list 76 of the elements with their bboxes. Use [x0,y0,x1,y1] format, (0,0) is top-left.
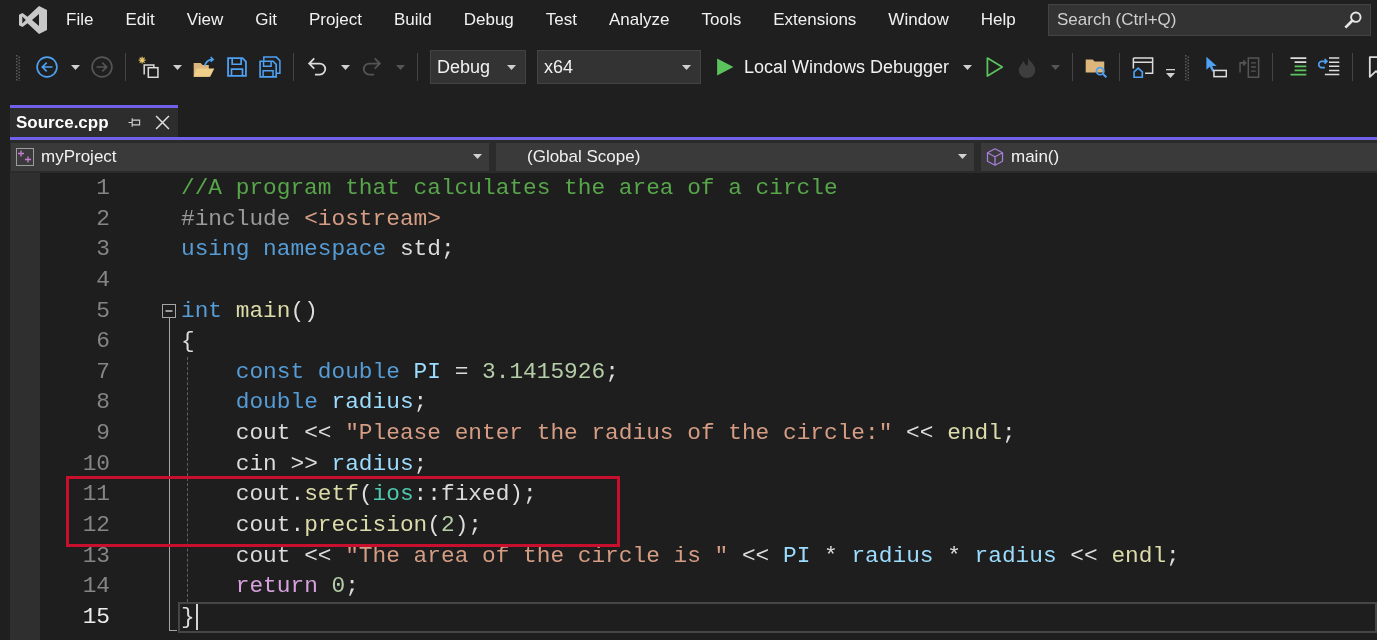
collapse-icon[interactable] [162,303,176,318]
toolbar-overflow-icon[interactable] [1166,68,1176,78]
menu-item[interactable]: View [186,7,224,33]
project-icon[interactable] [16,147,34,166]
menu-item[interactable]: Help [980,7,1016,33]
line-number: 3 [96,235,110,265]
menu-item[interactable]: Tools [701,7,742,33]
new-item-icon[interactable] [138,56,160,78]
line-number: 5 [96,296,110,326]
line-number: 6 [96,327,110,357]
menu-item[interactable]: Extensions [773,7,857,33]
open-folder-icon[interactable] [193,56,215,78]
line-number: 8 [96,388,110,418]
code-line: int main() [181,296,318,326]
menu-item[interactable]: Test [545,7,577,33]
line-number: 7 [96,357,110,387]
code-line: cout.setf(ios::fixed); [235,480,537,510]
menu-item[interactable]: Window [888,7,949,33]
line-number: 10 [82,449,110,479]
pin-icon[interactable] [128,116,141,129]
caret-icon[interactable] [71,64,80,70]
toolbar-dropdown[interactable]: Debug [430,50,526,84]
play-icon[interactable] [716,57,734,77]
line-number: 4 [96,265,110,295]
start-debugging-button[interactable]: Local Windows Debugger [712,53,954,81]
folder-search-icon[interactable] [1085,56,1108,78]
menu-item[interactable]: Debug [463,7,514,33]
menu-item[interactable]: Analyze [609,7,670,33]
caret-icon[interactable] [963,64,973,70]
editor-tab[interactable]: Source.cpp [10,105,178,137]
code-line: using namespace std; [181,235,455,265]
line-number: 11 [82,480,110,510]
code-line: //A program that calculates the area of a circle [181,174,838,203]
scope-dropdown[interactable]: (Global Scope) [496,142,974,171]
caret-icon[interactable] [173,64,182,70]
line-number: 9 [96,419,110,448]
menu-item[interactable]: Project [309,7,362,33]
caret-icon[interactable] [958,154,967,159]
project-dropdown[interactable]: myProject [11,142,489,171]
line-number: 12 [82,510,110,540]
cursor-arrow-icon[interactable] [1205,56,1228,78]
window-home-icon[interactable] [1132,56,1155,78]
caret-icon[interactable] [341,64,350,70]
code-line: #include <iostream> [181,204,441,234]
code-line: { [181,327,195,357]
code-line: return 0; [235,572,359,602]
menu-item[interactable]: Build [393,7,432,33]
line-number: 14 [82,572,110,602]
toolbar-dropdown[interactable]: x64 [537,50,701,84]
code-line: cout.precision(2); [235,510,482,540]
line-number: 15 [82,602,110,632]
app-logo-icon[interactable] [18,5,48,35]
code-line: cout << "Please enter the radius of the circle:" << endl; [235,419,1016,448]
code-line: cin >> radius; [235,449,428,479]
caret-icon[interactable] [473,154,482,159]
toolbar-grip-icon[interactable] [1185,53,1190,81]
member-dropdown[interactable]: main() [981,142,1377,171]
caret-icon[interactable] [682,64,691,70]
line-number: 13 [82,541,110,571]
menu-item[interactable]: Edit [125,7,155,33]
code-line: } [181,602,195,632]
menu-item[interactable]: Git [255,7,277,33]
uncomment-lines-icon[interactable] [1318,56,1341,78]
toolbar-grip-icon[interactable] [16,53,20,81]
search-field[interactable]: Search (Ctrl+Q) [1048,4,1371,36]
line-number: 1 [96,174,110,203]
undo-arrow-icon[interactable] [306,56,328,78]
line-number: 2 [96,204,110,234]
search-icon[interactable] [1344,11,1362,29]
menu-item[interactable]: File [66,7,94,33]
code-line: const double PI = 3.1415926; [235,357,619,387]
close-icon[interactable] [155,115,170,130]
caret-icon[interactable] [507,64,516,70]
code-line: double radius; [235,388,428,418]
cube-icon[interactable] [986,147,1004,166]
floppy-disks-icon[interactable] [259,56,281,78]
